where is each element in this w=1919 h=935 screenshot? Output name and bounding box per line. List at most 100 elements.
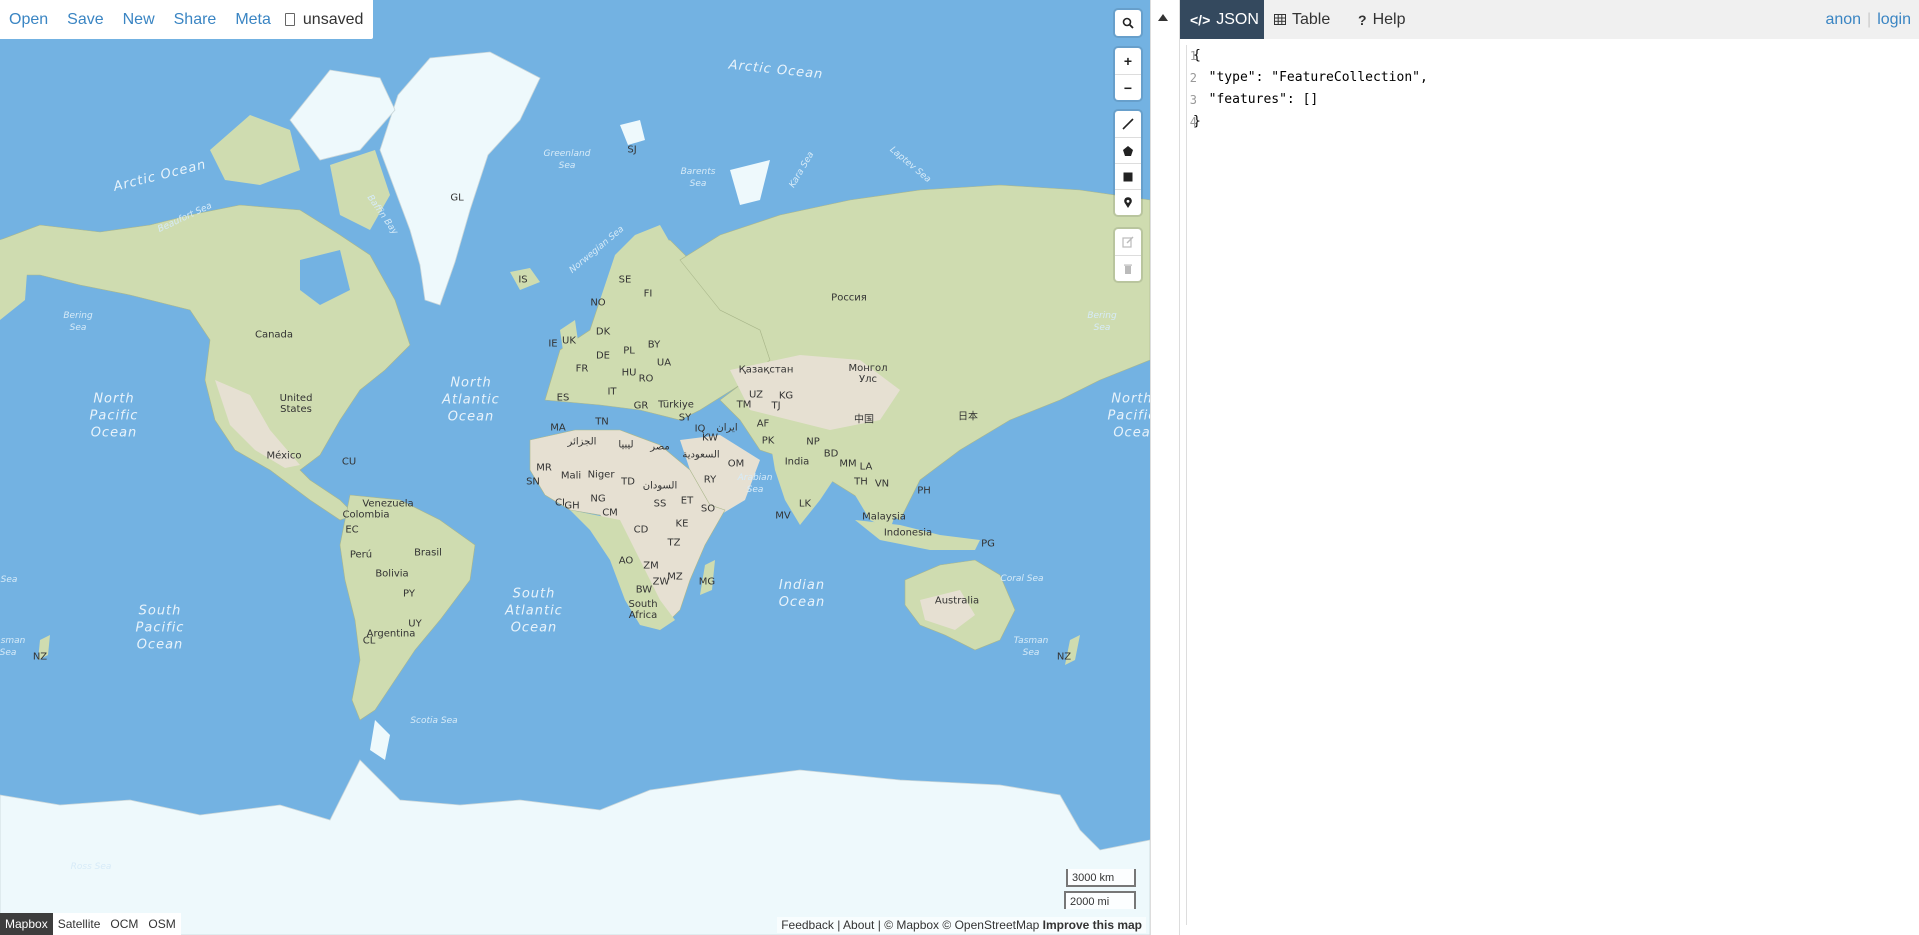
- top-menu: Open Save New Share Meta unsaved: [0, 0, 374, 39]
- draw-line-button[interactable]: [1115, 111, 1141, 137]
- code-line: {: [1193, 48, 1201, 63]
- edit-toolbar: [1115, 229, 1141, 281]
- delete-layers-button[interactable]: [1115, 255, 1141, 281]
- tab-bar: </> JSON Table ? Help anon | login: [1180, 0, 1919, 39]
- country-label: TJ: [771, 400, 781, 412]
- about-link[interactable]: About: [843, 918, 874, 932]
- draw-marker-button[interactable]: [1115, 189, 1141, 215]
- marker-icon: [1124, 196, 1132, 208]
- country-label: GL: [450, 192, 464, 204]
- country-label: MR: [536, 462, 552, 474]
- country-label: SJ: [627, 144, 637, 156]
- search-button[interactable]: [1115, 10, 1141, 36]
- draw-rectangle-button[interactable]: [1115, 163, 1141, 189]
- ocean-label: North Atlantic Ocean: [442, 375, 500, 425]
- country-label: TD: [621, 476, 635, 488]
- sea-label: Sea: [0, 575, 18, 585]
- improve-map-link[interactable]: Improve this map: [1043, 918, 1142, 932]
- country-label: TZ: [667, 537, 681, 549]
- country-label: PK: [761, 435, 775, 447]
- tab-help[interactable]: ? Help: [1348, 0, 1428, 39]
- country-label: Malaysia: [862, 511, 906, 523]
- share-menu-item[interactable]: Share: [165, 11, 217, 29]
- country-label: NG: [590, 493, 606, 505]
- country-label: CU: [341, 456, 357, 468]
- line-icon: [1122, 118, 1134, 130]
- country-label: UA: [656, 357, 672, 369]
- map-view[interactable]: Arctic Ocean Arctic Ocean North Atlantic…: [0, 0, 1150, 935]
- meta-menu-item[interactable]: Meta: [226, 11, 271, 29]
- country-label: OM: [727, 458, 745, 470]
- country-label: PG: [981, 538, 995, 550]
- feedback-link[interactable]: Feedback: [781, 918, 834, 932]
- table-icon: [1274, 12, 1286, 28]
- code-area[interactable]: { "type": "FeatureCollection", "features…: [1186, 45, 1428, 925]
- country-label: MZ: [667, 571, 683, 583]
- layer-satellite[interactable]: Satellite: [53, 913, 106, 935]
- country-label: PH: [917, 485, 931, 497]
- side-panel: </> JSON Table ? Help anon | login 1 2 3…: [1179, 0, 1919, 935]
- osm-link[interactable]: © OpenStreetMap: [942, 918, 1039, 932]
- file-status-label: unsaved: [302, 10, 364, 28]
- ocean-label: South Pacific Ocean: [135, 603, 185, 653]
- country-label: Mali: [560, 470, 582, 482]
- polygon-icon: [1123, 145, 1133, 156]
- country-label: 日本: [958, 411, 978, 423]
- layer-mapbox[interactable]: Mapbox: [0, 913, 53, 935]
- country-label: UZ: [749, 389, 763, 401]
- sea-label: Arabian Sea: [737, 473, 773, 495]
- country-label: MA: [550, 422, 566, 434]
- open-menu-item[interactable]: Open: [0, 11, 48, 29]
- tab-json[interactable]: </> JSON: [1180, 0, 1264, 39]
- country-label: BD: [823, 448, 839, 460]
- country-label: Brasil: [414, 547, 442, 559]
- anon-link[interactable]: anon: [1825, 11, 1861, 29]
- zoom-in-button[interactable]: +: [1115, 48, 1141, 74]
- country-label: Australia: [934, 595, 980, 607]
- country-label: FR: [575, 363, 589, 375]
- country-label: TN: [595, 416, 609, 428]
- country-label: Argentina: [366, 628, 416, 640]
- country-label: LK: [798, 498, 812, 510]
- ocean-label: North Pacific Ocea: [1107, 391, 1150, 441]
- layer-osm[interactable]: OSM: [143, 913, 180, 935]
- draw-polygon-button[interactable]: [1115, 137, 1141, 163]
- country-label: México: [266, 450, 302, 462]
- file-icon: [284, 13, 295, 26]
- sea-label: Scotia Sea: [410, 716, 458, 726]
- country-label: Perú: [349, 549, 373, 561]
- triangle-up-icon[interactable]: [1158, 14, 1168, 21]
- ocean-label: South Atlantic Ocean: [505, 586, 563, 636]
- country-label: NP: [806, 436, 820, 448]
- tab-table[interactable]: Table: [1264, 0, 1348, 39]
- new-menu-item[interactable]: New: [114, 11, 155, 29]
- mapbox-link[interactable]: © Mapbox: [884, 918, 939, 932]
- country-label: CI: [555, 497, 565, 509]
- file-status[interactable]: unsaved: [284, 10, 364, 29]
- search-icon: [1122, 17, 1134, 29]
- zoom-control: + −: [1115, 48, 1141, 100]
- country-label: PY: [403, 588, 415, 600]
- login-link[interactable]: login: [1877, 11, 1911, 29]
- country-label: NO: [590, 297, 606, 309]
- layer-ocm[interactable]: OCM: [105, 913, 143, 935]
- question-icon: ?: [1358, 11, 1367, 28]
- json-editor[interactable]: 1 2 3 4 { "type": "FeatureCollection", "…: [1180, 39, 1919, 935]
- save-menu-item[interactable]: Save: [58, 11, 103, 29]
- country-label: GR: [633, 400, 649, 412]
- ocean-label: Indian Ocean: [778, 578, 826, 610]
- separator: |: [1867, 10, 1872, 28]
- country-label: RO: [638, 373, 654, 385]
- country-label: Colombia: [342, 509, 390, 521]
- country-label: BW: [635, 584, 653, 596]
- country-label: TM: [736, 399, 752, 411]
- code-icon: </>: [1190, 11, 1211, 28]
- zoom-out-button[interactable]: −: [1115, 74, 1141, 100]
- country-label: KG: [778, 390, 794, 402]
- edit-layers-button[interactable]: [1115, 229, 1141, 255]
- sea-label: Tasman Sea: [0, 636, 26, 658]
- tab-json-label: JSON: [1216, 10, 1259, 28]
- country-label: Bolivia: [375, 568, 409, 580]
- rectangle-icon: [1123, 172, 1133, 181]
- country-label: NZ: [1056, 651, 1072, 663]
